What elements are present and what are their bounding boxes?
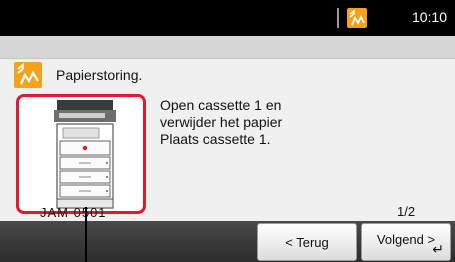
message-header-bar [0,36,455,59]
clock: 10:10 [411,9,447,25]
status-bar: 10:10 [0,0,455,36]
instruction-text: Open cassette 1 en verwijder het papier … [160,97,283,147]
error-warning-icon[interactable] [347,8,367,28]
status-divider [337,8,339,28]
back-button[interactable]: < Terug [257,223,357,261]
message-title: Papierstoring. [56,67,143,83]
jam-location-code: JAM 0501 [40,205,107,220]
printer-diagram [54,100,116,209]
callout-line [85,207,87,262]
error-warning-icon [14,62,42,88]
device-illustration [16,94,146,214]
enter-return-icon: ↵ [432,241,444,257]
page-indicator: 1/2 [397,204,416,219]
next-button[interactable]: Volgend > ↵ [361,223,451,261]
